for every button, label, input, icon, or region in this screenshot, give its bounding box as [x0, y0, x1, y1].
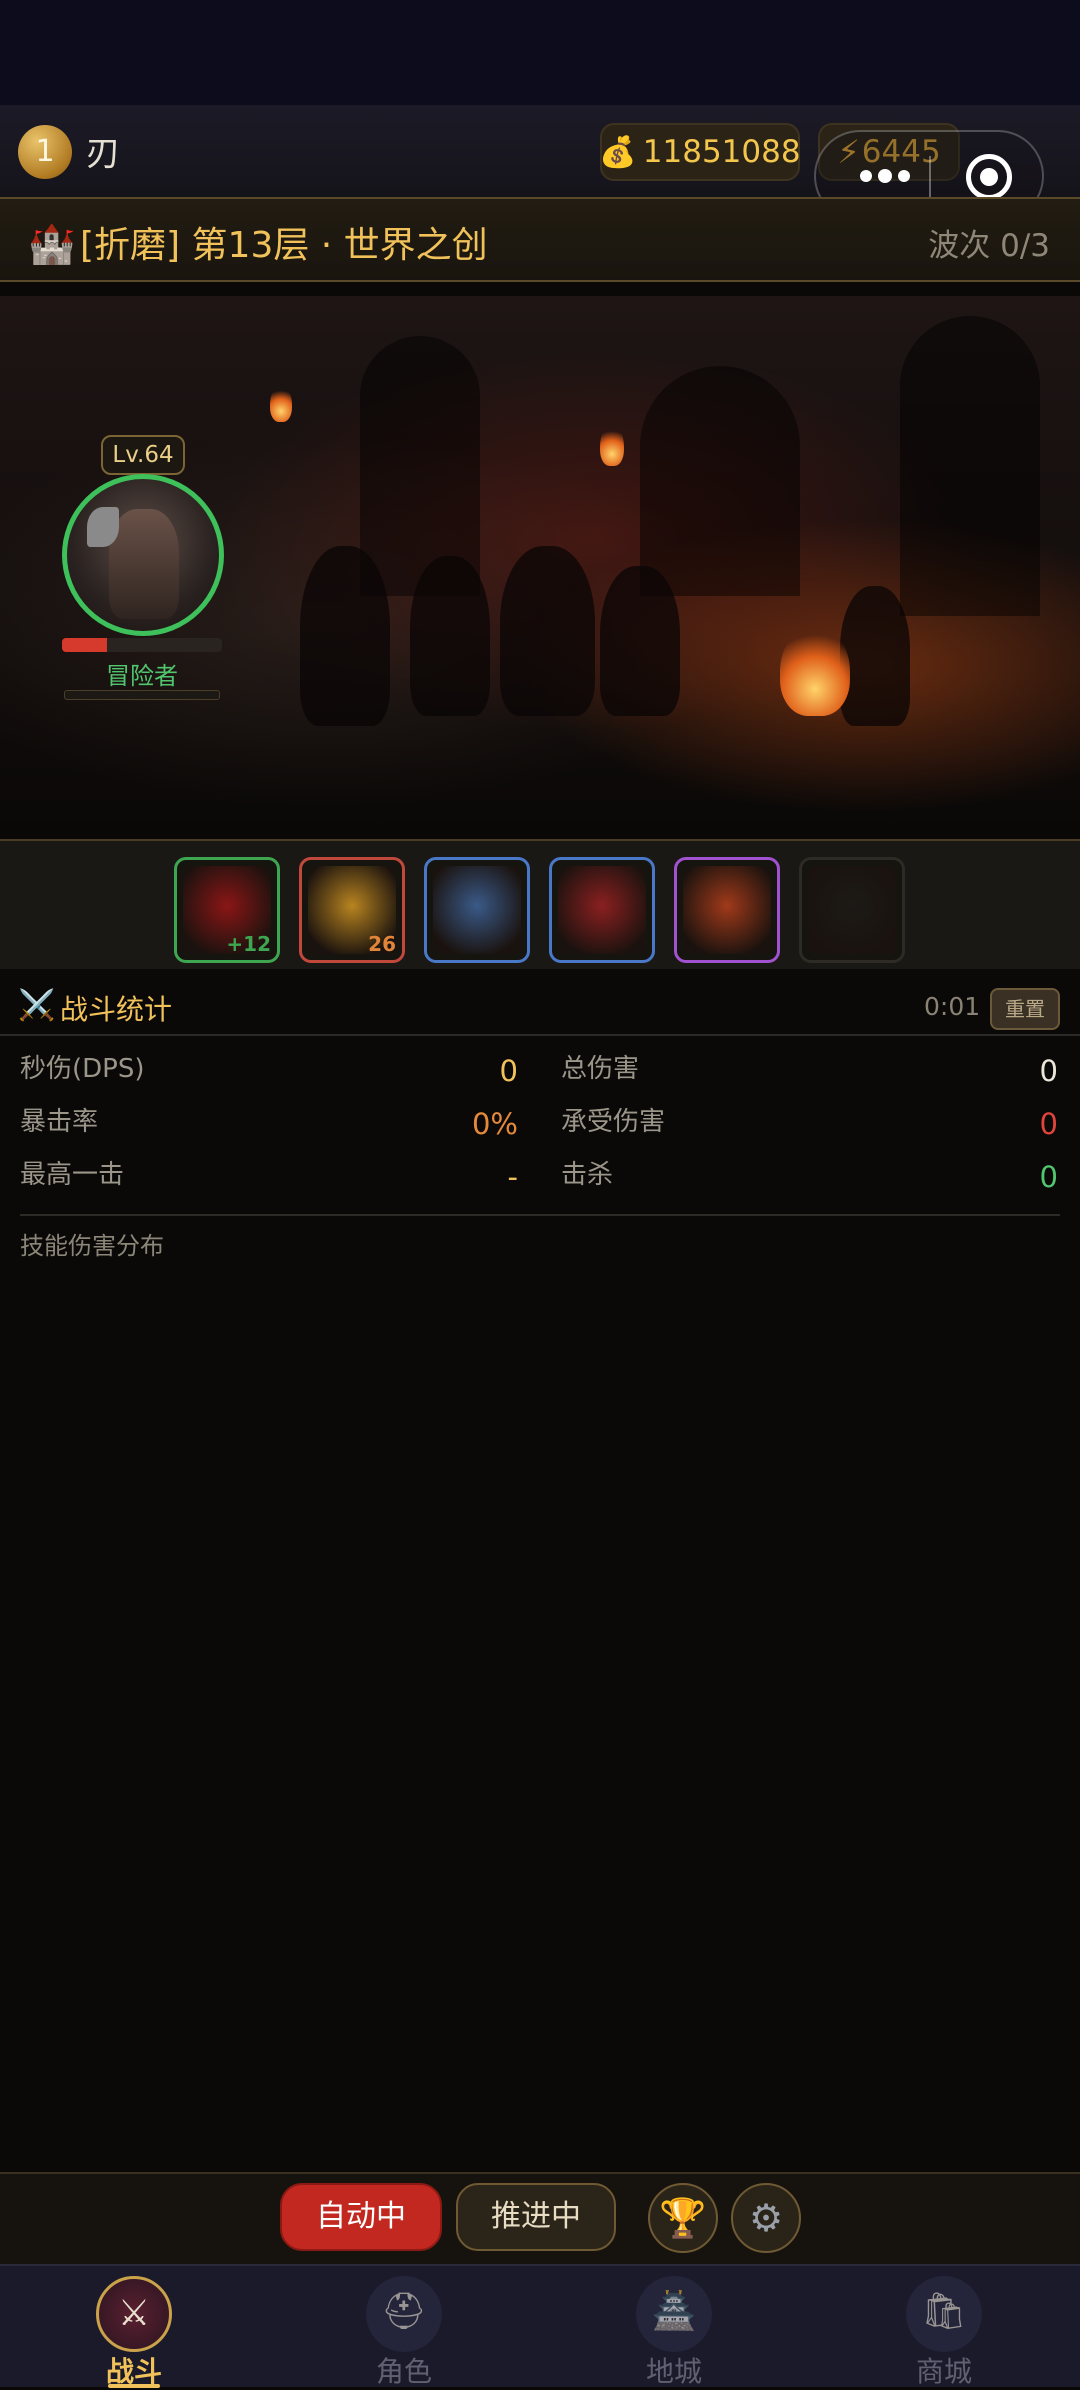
- demon-silhouette: [500, 546, 595, 716]
- total-damage-label: 总伤害: [561, 1054, 640, 1084]
- nav-active-indicator: [108, 2384, 160, 2388]
- max-hit-value: -: [507, 1160, 518, 1194]
- castle-icon: 🏰: [28, 222, 76, 266]
- nav-label: 地城: [645, 2355, 702, 2388]
- wave-counter: 波次 0/3: [928, 228, 1050, 264]
- crit-rate-label: 暴击率: [20, 1107, 99, 1137]
- close-miniprogram-button[interactable]: [966, 154, 1012, 200]
- nav-item[interactable]: 🛍 商城: [844, 2264, 1044, 2388]
- torch: [270, 386, 292, 422]
- player-name: 刃: [86, 134, 120, 174]
- total-damage-value: 0: [1039, 1054, 1058, 1088]
- frost-shield-icon: [433, 866, 521, 954]
- capsule-divider: [929, 156, 931, 198]
- more-options-button[interactable]: [856, 166, 916, 186]
- nav-item[interactable]: ⚔ 战斗: [34, 2264, 234, 2388]
- stats-divider: [20, 1214, 1060, 1216]
- skill-bar: [0, 841, 1080, 969]
- hero-hp-fill: [62, 638, 107, 652]
- crossed-swords-icon: ⚔: [96, 2276, 172, 2352]
- knight-helmet-icon: ⛑: [366, 2276, 442, 2352]
- crossed-swords-icon: ⚔️: [18, 988, 56, 1023]
- stage-title[interactable]: [折磨] 第13层 · 世界之创: [80, 216, 488, 268]
- skill-slot[interactable]: 26: [299, 857, 405, 963]
- nav-item[interactable]: ⛑ 角色: [304, 2264, 504, 2388]
- skill-count: 26: [368, 932, 396, 956]
- hero-level-badge: Lv.64: [101, 435, 185, 475]
- skill-damage-distribution-label: 技能伤害分布: [20, 1232, 164, 1260]
- auto-advance-button[interactable]: 推进中: [456, 2183, 616, 2251]
- hero-name: 冒险者: [106, 662, 178, 690]
- status-bar: [0, 0, 1080, 105]
- demon-silhouette: [410, 556, 490, 716]
- demon-silhouette: [840, 586, 910, 726]
- auto-battle-button[interactable]: 自动中: [280, 2183, 442, 2251]
- war-banner-icon: [558, 866, 646, 954]
- gear-icon: ⚙: [748, 2196, 784, 2240]
- nav-label: 角色: [375, 2355, 432, 2388]
- shop-bag-icon: 🛍: [906, 2276, 982, 2352]
- gold-counter[interactable]: 💰 11851088: [599, 123, 801, 181]
- trophy-icon: 🏆: [659, 2196, 707, 2240]
- skill-slot[interactable]: +12: [174, 857, 280, 963]
- gold-value: 11851088: [642, 134, 801, 170]
- dps-value: 0: [499, 1054, 518, 1088]
- empty-slot-icon: [808, 866, 896, 954]
- skill-slot[interactable]: [549, 857, 655, 963]
- dungeon-arch: [900, 316, 1040, 616]
- demon-silhouette: [600, 566, 680, 716]
- torch: [600, 426, 624, 466]
- skill-count: +12: [226, 932, 271, 956]
- skill-slot[interactable]: [799, 857, 905, 963]
- skill-slot[interactable]: [424, 857, 530, 963]
- battle-stats-title: 战斗统计: [60, 993, 173, 1026]
- trophy-button[interactable]: 🏆: [648, 2183, 718, 2253]
- damage-taken-value: 0: [1039, 1107, 1058, 1141]
- crit-rate-value: 0%: [471, 1107, 518, 1141]
- nav-label: 商城: [915, 2355, 972, 2388]
- money-bag-icon: 💰: [599, 134, 637, 170]
- hero-figure: [109, 509, 179, 619]
- settings-button[interactable]: ⚙: [731, 2183, 801, 2253]
- nav-item[interactable]: 🏯 地城: [574, 2264, 774, 2388]
- kills-label: 击杀: [561, 1160, 614, 1190]
- skill-slot[interactable]: [674, 857, 780, 963]
- castle-gate-icon: 🏯: [636, 2276, 712, 2352]
- axe-icon: [87, 507, 119, 547]
- hero-hp-bar: [62, 638, 222, 652]
- dungeon-arch: [640, 366, 800, 596]
- max-hit-label: 最高一击: [20, 1160, 125, 1190]
- hero-portrait[interactable]: [62, 474, 224, 636]
- kills-value: 0: [1039, 1160, 1058, 1194]
- reset-button[interactable]: 重置: [990, 988, 1060, 1030]
- player-level-badge[interactable]: 1: [18, 125, 72, 179]
- damage-taken-label: 承受伤害: [561, 1107, 666, 1137]
- inferno-icon: [683, 866, 771, 954]
- battle-timer: 0:01: [924, 992, 981, 1021]
- warrior-silhouette: [300, 546, 390, 726]
- dps-label: 秒伤(DPS): [20, 1054, 145, 1084]
- hero-exp-bar: [64, 690, 220, 700]
- bonfire: [780, 626, 850, 716]
